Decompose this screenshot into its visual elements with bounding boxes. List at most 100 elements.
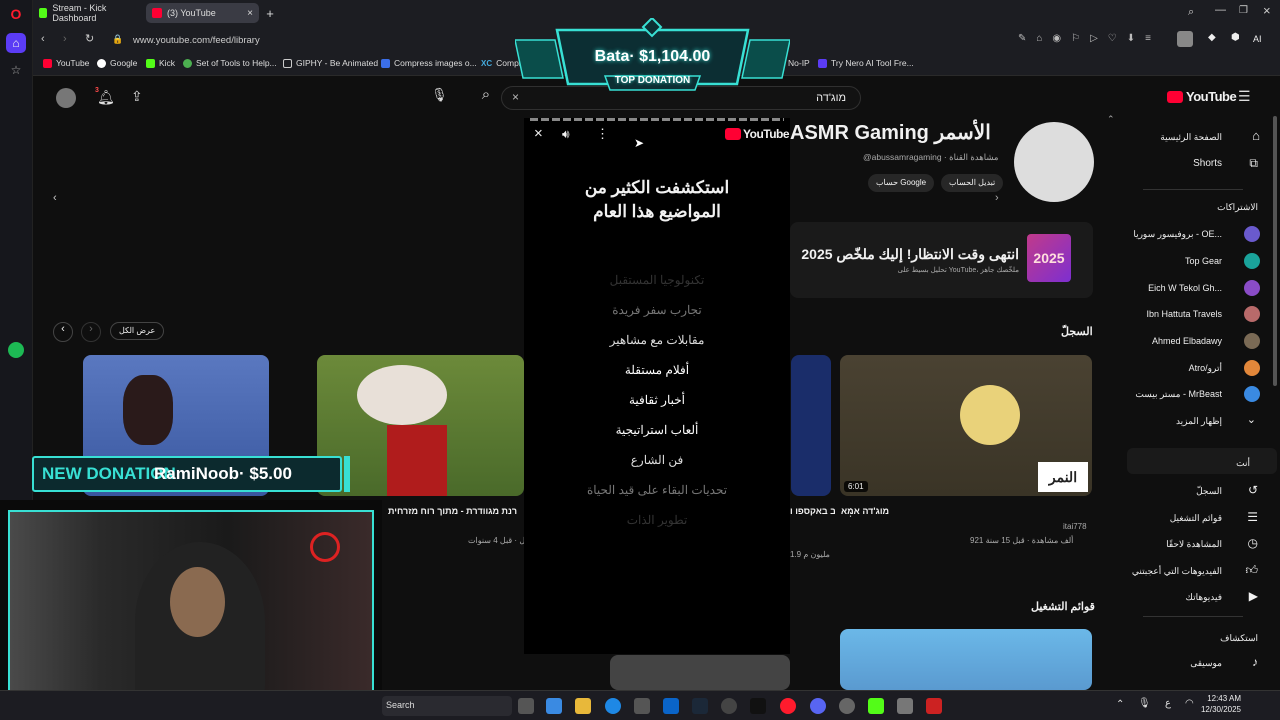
sidebar-playlists[interactable]: قوائم التشغيل: [1170, 513, 1222, 524]
tiktok-icon[interactable]: [750, 698, 766, 714]
app-icon[interactable]: [926, 698, 942, 714]
sidebar-liked[interactable]: الفيديوهات التي أعجبتني: [1132, 566, 1222, 577]
sidebar-channel[interactable]: بروفيسور سوريا - OE...: [1133, 229, 1222, 240]
sidebar-channel[interactable]: Atro/أترو: [1189, 363, 1222, 374]
sidebar-home-label[interactable]: الصفحة الرئيسية: [1160, 132, 1222, 143]
video-icon[interactable]: ▶: [1249, 589, 1258, 603]
chevron-down-icon[interactable]: ⌄: [1247, 413, 1256, 426]
sidebar-shorts-label[interactable]: Shorts: [1193, 158, 1222, 169]
more-vert-icon[interactable]: ⋮: [596, 126, 609, 142]
tab-youtube[interactable]: (3) YouTube ×: [146, 3, 259, 23]
close-window-button[interactable]: ×: [1263, 3, 1271, 18]
discord-icon[interactable]: [810, 698, 826, 714]
close-icon[interactable]: ×: [534, 125, 543, 142]
sidebar-you[interactable]: أنت: [1236, 458, 1250, 469]
profile-avatar[interactable]: [1177, 31, 1193, 47]
volume-icon[interactable]: 🔊︎: [562, 127, 570, 142]
video-title[interactable]: רינת בר ב באקספו ו: [790, 506, 835, 516]
tray-chevron-icon[interactable]: ⌃: [1116, 699, 1124, 710]
spotify-icon[interactable]: [8, 342, 24, 358]
clock-time[interactable]: 12:43 AM: [1205, 694, 1241, 703]
video-channel[interactable]: itai778: [1063, 522, 1087, 531]
url-field[interactable]: www.youtube.com/feed/library: [133, 31, 553, 50]
task-view-icon[interactable]: [518, 698, 534, 714]
shorts-icon[interactable]: ⧉: [1249, 156, 1258, 171]
bookmark-noip[interactable]: No-IP: [788, 58, 810, 68]
more-options-icon[interactable]: ⋮: [845, 506, 856, 519]
view-all-button[interactable]: عرض الكل: [110, 322, 165, 340]
opera-icon[interactable]: [780, 698, 796, 714]
next-arrow-icon[interactable]: ›: [81, 322, 101, 342]
playlist-icon[interactable]: ☰: [1247, 510, 1258, 524]
sidebar-channel[interactable]: Eich W Tekol Gh...: [1148, 283, 1222, 293]
sidebar-show-more[interactable]: إظهار المزيد: [1176, 416, 1222, 427]
sidebar-channel[interactable]: Ibn Hattuta Travels: [1146, 309, 1222, 319]
toolbar-icons[interactable]: ✎⌂◉⚐▷♡⬇≡: [1018, 33, 1161, 44]
cube-icon[interactable]: ⬢: [1231, 32, 1240, 43]
recap-banner[interactable]: 2025 انتهى وقت الانتظار! إليك ملخّص 2025…: [790, 222, 1093, 298]
search-input[interactable]: מוג'דה: [816, 92, 846, 104]
history-icon[interactable]: ↺: [1248, 483, 1258, 497]
playlist-thumbnail[interactable]: [610, 655, 790, 690]
outlook-icon[interactable]: [663, 698, 679, 714]
notifications-icon[interactable]: 🔔︎: [97, 89, 115, 106]
obs-icon[interactable]: [839, 698, 855, 714]
scrollbar[interactable]: [1273, 116, 1277, 386]
account-avatar[interactable]: [56, 88, 76, 108]
app-icon[interactable]: [721, 698, 737, 714]
video-title[interactable]: רנת מגוודרת - מתוך רוח מזרחית: [388, 506, 517, 516]
new-tab-button[interactable]: +: [262, 3, 278, 23]
collapse-up-icon[interactable]: ⌃: [1107, 114, 1115, 125]
app-icon[interactable]: [897, 698, 913, 714]
maximize-button[interactable]: ❐: [1239, 5, 1248, 16]
video-thumbnail[interactable]: [791, 355, 831, 496]
opera-logo-icon[interactable]: O: [6, 4, 26, 24]
close-tab-icon[interactable]: ×: [247, 8, 253, 19]
sidebar-your-videos[interactable]: فيديوهاتك: [1186, 592, 1222, 603]
bookmark-giphy[interactable]: GIPHY - Be Animated: [283, 58, 378, 68]
home-icon[interactable]: ⌂: [6, 33, 26, 53]
carousel-next-icon[interactable]: ›: [995, 192, 999, 204]
search-tabs-icon[interactable]: ⌕: [1188, 6, 1194, 19]
extension-icon[interactable]: ◆: [1208, 32, 1216, 43]
sidebar-channel[interactable]: Top Gear: [1185, 256, 1222, 266]
forward-icon[interactable]: ›: [63, 33, 67, 45]
channel-avatar-large[interactable]: [1014, 122, 1094, 202]
bookmark-tools[interactable]: Set of Tools to Help...: [183, 58, 277, 68]
playlist-thumbnail[interactable]: [840, 629, 1092, 690]
reload-icon[interactable]: ↻: [85, 32, 94, 45]
history-heading[interactable]: السجلّ: [1061, 325, 1093, 338]
store-icon[interactable]: [634, 698, 650, 714]
back-icon[interactable]: ‹: [41, 33, 45, 45]
steam-icon[interactable]: [692, 698, 708, 714]
taskbar-search-box[interactable]: Search: [382, 696, 512, 716]
like-icon[interactable]: 👍︎: [1245, 563, 1258, 578]
sidebar-channel[interactable]: Ahmed Elbadawy: [1152, 336, 1222, 346]
minimize-button[interactable]: —: [1215, 4, 1226, 16]
menu-icon[interactable]: ☰: [1238, 88, 1251, 105]
sidebar-channel[interactable]: مستر بيست - MrBeast: [1135, 389, 1222, 400]
home-icon[interactable]: ⌂: [1252, 128, 1260, 143]
bookmark-youtube[interactable]: YouTube: [43, 58, 89, 68]
network-icon[interactable]: ◠: [1185, 698, 1194, 709]
search-icon[interactable]: ⌕: [473, 86, 499, 110]
sidebar-watch-later[interactable]: المشاهدة لاحقًا: [1166, 539, 1222, 550]
bookmark-google[interactable]: Google: [97, 58, 137, 68]
clock-icon[interactable]: ◷: [1248, 536, 1258, 550]
mic-tray-icon[interactable]: 🎙︎: [1138, 698, 1151, 709]
star-icon[interactable]: ☆: [6, 60, 26, 80]
file-explorer-icon[interactable]: [575, 698, 591, 714]
bookmark-nero[interactable]: Try Nero AI Tool Fre...: [818, 58, 914, 68]
music-icon[interactable]: ♪: [1252, 655, 1258, 669]
widgets-icon[interactable]: [546, 698, 562, 714]
carousel-prev-icon[interactable]: ‹: [53, 192, 57, 204]
switch-account-button[interactable]: تبديل الحساب: [941, 174, 1004, 192]
mic-icon[interactable]: 🎙︎: [431, 87, 448, 103]
bookmark-kick[interactable]: Kick: [146, 58, 175, 68]
sidebar-subscriptions[interactable]: الاشتراكات: [1217, 202, 1258, 213]
sidebar-history[interactable]: السجلّ: [1196, 486, 1222, 497]
language-indicator[interactable]: ع: [1165, 698, 1171, 709]
recap-panel[interactable]: × 🔊︎ ⋮ YouTube استكشفت الكثير من المواضي…: [524, 118, 790, 654]
ai-extension-badge[interactable]: AI: [1253, 34, 1262, 44]
video-thumbnail[interactable]: النمر 6:01: [840, 355, 1092, 496]
